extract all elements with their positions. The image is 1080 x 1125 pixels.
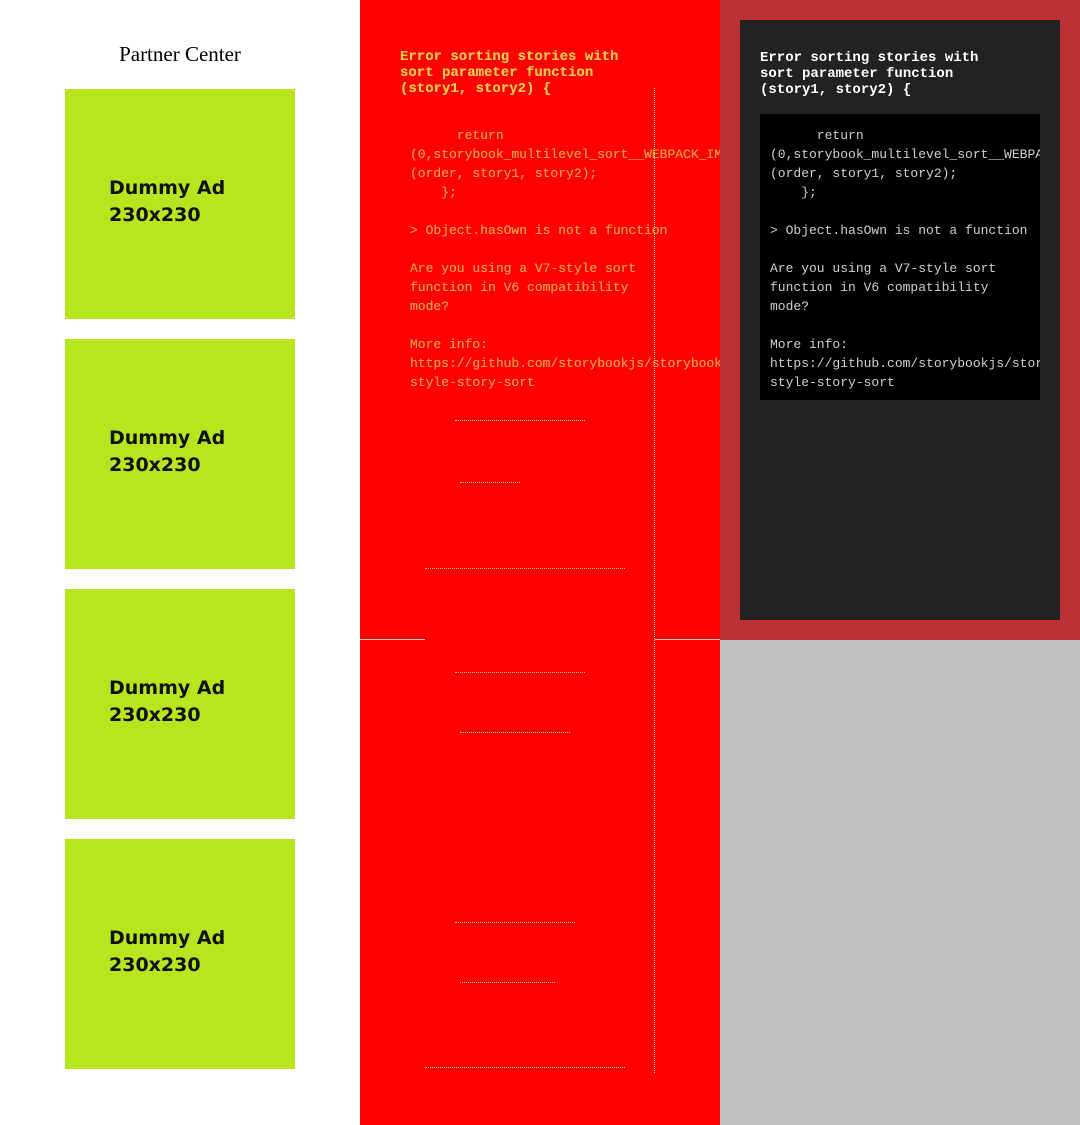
error-code-text: return (0,storybook_multilevel_sort__WEB… — [770, 128, 1040, 390]
dummy-ad-1[interactable]: Dummy Ad 230x230 — [65, 89, 295, 319]
divider-gap — [425, 636, 655, 642]
diff-speck — [425, 568, 625, 570]
ad-label: Dummy Ad 230x230 — [109, 427, 226, 476]
ad-label: Dummy Ad 230x230 — [109, 927, 226, 976]
partner-center-panel: Partner Center Dummy Ad 230x230 Dummy Ad… — [0, 0, 360, 1125]
error-card: Error sorting stories with sort paramete… — [740, 20, 1060, 620]
empty-panel — [720, 640, 1080, 1125]
diff-speck — [455, 420, 585, 422]
dummy-ad-4[interactable]: Dummy Ad 230x230 — [65, 839, 295, 1069]
error-code-block[interactable]: return (0,storybook_multilevel_sort__WEB… — [760, 114, 1040, 400]
partner-center-title: Partner Center — [119, 42, 241, 66]
ad-label: Dummy Ad 230x230 — [109, 177, 226, 226]
dummy-ad-2[interactable]: Dummy Ad 230x230 — [65, 339, 295, 569]
diff-speck — [455, 922, 575, 924]
diff-speck — [425, 1067, 625, 1069]
ad-label: Dummy Ad 230x230 — [109, 677, 226, 726]
error-title: Error sorting stories with sort paramete… — [760, 50, 979, 98]
error-panel: Error sorting stories with sort paramete… — [720, 0, 1080, 640]
diff-error-code: return (0,storybook_multilevel_sort__WEB… — [410, 128, 720, 390]
diff-speck — [460, 982, 555, 984]
diff-speck — [460, 732, 570, 734]
diff-speck — [460, 482, 520, 484]
diff-error-title: Error sorting stories with sort paramete… — [400, 49, 619, 97]
diff-overlay-panel: Error sorting stories with sort paramete… — [360, 0, 720, 1125]
diff-speck — [455, 672, 585, 674]
dummy-ad-3[interactable]: Dummy Ad 230x230 — [65, 589, 295, 819]
